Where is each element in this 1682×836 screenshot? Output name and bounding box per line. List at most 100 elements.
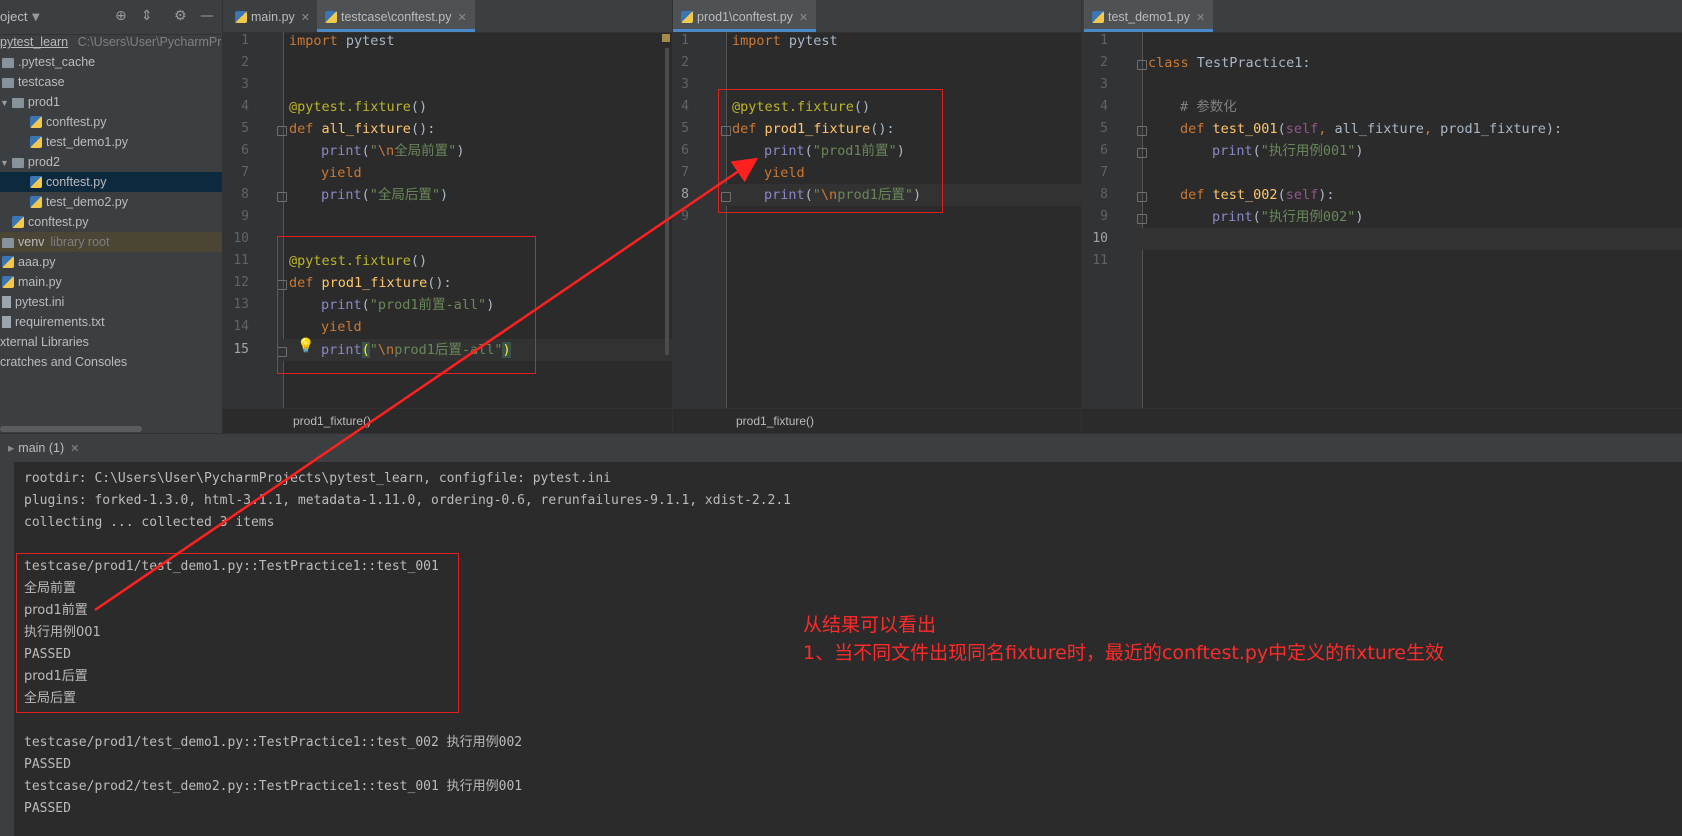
tree-item-external-libraries[interactable]: xternal Libraries xyxy=(0,332,222,352)
console-line: rootdir: C:\Users\User\PycharmProjects\p… xyxy=(24,471,611,486)
tree-item-prod1-conftest[interactable]: conftest.py xyxy=(0,112,222,132)
tree-item-venv[interactable]: venv library root xyxy=(0,232,222,252)
project-panel: oject ▼ ⊕ ⇕ ⚙ — pytest_learn C:\Users\Us… xyxy=(0,0,222,433)
locate-icon[interactable]: ⊕ xyxy=(115,8,127,24)
tree-item-prod1[interactable]: ▼ prod1 xyxy=(0,92,222,112)
python-file-icon xyxy=(12,216,24,228)
tree-item-prod2[interactable]: ▼ prod2 xyxy=(0,152,222,172)
editor3-tabbar: test_demo1.py ✕ xyxy=(1082,0,1682,33)
tree-item-prod2-conftest[interactable]: conftest.py xyxy=(0,172,222,192)
tree-item-test-demo1[interactable]: test_demo1.py xyxy=(0,132,222,152)
tree-item-testcase-conftest[interactable]: conftest.py xyxy=(0,212,222,232)
project-scrollbar[interactable] xyxy=(0,425,222,433)
code-line-5: def test_001(self, all_fixture, prod1_fi… xyxy=(1180,121,1563,137)
folder-icon xyxy=(2,238,14,248)
minimize-icon[interactable]: — xyxy=(200,8,214,24)
code-line-1: import pytest xyxy=(732,33,838,49)
tree-item-test-demo2[interactable]: test_demo2.py xyxy=(0,192,222,212)
python-file-icon xyxy=(2,256,14,268)
python-file-icon xyxy=(1092,11,1104,23)
gear-icon[interactable]: ⚙ xyxy=(174,8,187,24)
python-file-icon xyxy=(681,11,693,23)
current-line-highlight xyxy=(1142,228,1682,250)
code-line-5: def all_fixture(): xyxy=(289,121,436,137)
root-label: pytest_learn xyxy=(0,35,69,49)
ini-file-icon xyxy=(2,296,11,308)
editor2-tabbar: prod1\conftest.py ✕ xyxy=(673,0,1082,33)
project-toolbar: oject ▼ ⊕ ⇕ ⚙ — xyxy=(0,0,222,35)
fold-icon[interactable] xyxy=(1137,214,1147,224)
python-file-icon xyxy=(30,136,42,148)
tab-test-demo1[interactable]: test_demo1.py ✕ xyxy=(1084,0,1214,32)
scrollbar-thumb[interactable] xyxy=(0,426,142,432)
code-line-8: print("全局后置") xyxy=(321,187,449,203)
warning-marker xyxy=(662,34,670,42)
close-icon[interactable]: ✕ xyxy=(70,443,79,455)
fold-icon[interactable] xyxy=(1137,60,1147,70)
collapse-icon[interactable]: ⇕ xyxy=(141,8,153,24)
highlight-box-prod1-all xyxy=(277,236,536,374)
editor1-scrollbar[interactable] xyxy=(665,48,669,355)
python-file-icon xyxy=(2,276,14,288)
tab-run-main[interactable]: ▸ main (1) ✕ xyxy=(0,434,87,462)
project-title[interactable]: oject xyxy=(0,9,27,24)
editor-testcase-conftest: main.py ✕ testcase\conftest.py ✕ 1 2 3 4 5… xyxy=(222,0,673,433)
fold-icon[interactable] xyxy=(277,192,287,202)
editor1-breadcrumb[interactable]: prod1_fixture() xyxy=(223,408,673,433)
tab-main-py[interactable]: main.py ✕ xyxy=(227,0,318,32)
highlight-box-prod1 xyxy=(718,89,943,213)
close-icon[interactable]: ✕ xyxy=(1196,12,1205,24)
console-line: testcase/prod2/test_demo2.py::TestPracti… xyxy=(24,779,523,794)
folder-icon xyxy=(2,58,14,68)
python-file-icon xyxy=(235,11,247,23)
python-file-icon xyxy=(30,116,42,128)
tree-item-pytest-cache[interactable]: .pytest_cache xyxy=(2,52,224,72)
run-console[interactable]: rootdir: C:\Users\User\PycharmProjects\p… xyxy=(0,462,1682,836)
tree-item-scratches[interactable]: cratches and Consoles xyxy=(0,352,222,372)
console-line: collecting ... collected 3 items xyxy=(24,515,275,530)
console-line: testcase/prod1/test_demo1.py::TestPracti… xyxy=(24,735,523,750)
tree-item-pytest-ini[interactable]: pytest.ini xyxy=(0,292,224,312)
code-line-2: class TestPractice1: xyxy=(1148,55,1311,71)
python-file-icon xyxy=(30,176,42,188)
close-icon[interactable]: ✕ xyxy=(799,12,808,24)
chevron-down-icon: ▼ xyxy=(0,98,9,108)
close-icon[interactable]: ✕ xyxy=(301,12,310,24)
editor1-tabbar: main.py ✕ testcase\conftest.py ✕ xyxy=(223,0,673,33)
code-line-6: print("\n全局前置") xyxy=(321,143,465,159)
fold-icon[interactable] xyxy=(1137,192,1147,202)
tab-testcase-conftest[interactable]: testcase\conftest.py ✕ xyxy=(317,0,475,32)
tab-prod1-conftest[interactable]: prod1\conftest.py ✕ xyxy=(673,0,817,32)
folder-icon xyxy=(2,78,14,88)
chevron-down-icon: ▼ xyxy=(0,158,9,168)
annotation-line-2: 1、当不同文件出现同名fixture时，最近的conftest.py中定义的fi… xyxy=(803,642,1444,664)
console-line: plugins: forked-1.3.0, html-3.1.1, metad… xyxy=(24,493,792,508)
editor-prod1-conftest: prod1\conftest.py ✕ 1 2 3 4 5 6 7 8 9 imp… xyxy=(672,0,1082,433)
python-file-icon xyxy=(325,11,337,23)
folder-icon xyxy=(11,158,24,168)
run-tabbar: ▸ main (1) ✕ xyxy=(0,433,1682,463)
code-line-4: @pytest.fixture() xyxy=(289,99,428,115)
console-line: PASSED xyxy=(24,757,71,772)
tree-root[interactable]: pytest_learn C:\Users\User\PycharmPr xyxy=(0,32,222,52)
tree-item-requirements[interactable]: requirements.txt xyxy=(0,312,224,332)
code-line-4: # 参数化 xyxy=(1180,99,1237,115)
fold-icon[interactable] xyxy=(1137,148,1147,158)
fold-icon[interactable] xyxy=(1137,126,1147,136)
code-line-6: print("执行用例001") xyxy=(1212,143,1364,159)
tree-item-main[interactable]: main.py xyxy=(0,272,224,292)
fold-icon[interactable] xyxy=(277,126,287,136)
editor3-breadcrumb xyxy=(1082,408,1682,433)
editor2-breadcrumb[interactable]: prod1_fixture() xyxy=(673,408,1082,433)
tree-item-testcase[interactable]: testcase xyxy=(2,72,224,92)
chevron-down-icon[interactable]: ▼ xyxy=(32,12,40,23)
run-icon: ▸ xyxy=(8,441,15,455)
console-toolbar xyxy=(0,462,14,836)
root-path: C:\Users\User\PycharmPr xyxy=(77,35,222,49)
tree-item-aaa[interactable]: aaa.py xyxy=(0,252,224,272)
editor-test-demo1: test_demo1.py✕ ✔ 1 2 3 4 5 6 7 8 9 10 11… xyxy=(1081,0,1682,433)
close-icon[interactable]: ✕ xyxy=(457,12,466,24)
console-line: PASSED xyxy=(24,801,71,816)
code-line-1: import pytest xyxy=(289,33,395,49)
folder-icon xyxy=(11,98,24,108)
